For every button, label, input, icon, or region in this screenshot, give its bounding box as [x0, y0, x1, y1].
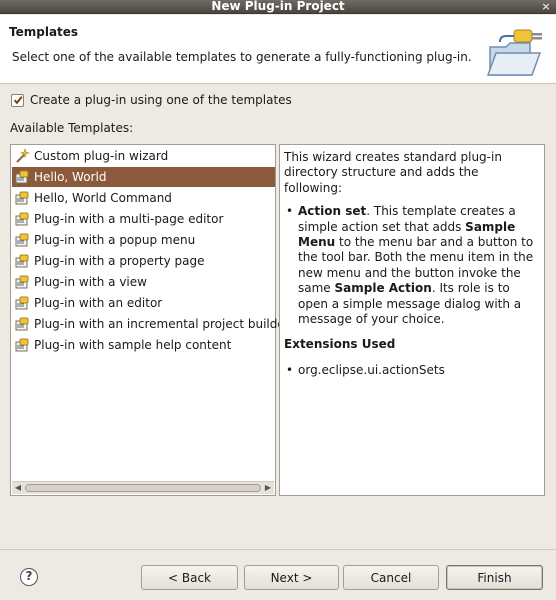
list-item[interactable]: Plug-in with a multi-page editor [12, 209, 275, 229]
template-icon [15, 338, 29, 352]
list-item[interactable]: Plug-in with an incremental project buil… [12, 314, 290, 334]
description-list: Action set. This template creates a simp… [284, 204, 540, 327]
template-icon [15, 191, 29, 205]
footer-separator [0, 549, 556, 550]
create-plugin-label: Create a plug-in using one of the templa… [30, 93, 292, 107]
create-plugin-checkbox[interactable] [11, 93, 24, 107]
template-icon [15, 170, 29, 184]
scroll-right-icon[interactable]: ▶ [262, 482, 274, 494]
help-icon[interactable]: ? [20, 568, 38, 586]
template-icon [15, 296, 29, 310]
templates-list[interactable]: Custom plug-in wizard Hello, World Hello… [10, 144, 290, 496]
plugin-folder-icon [486, 29, 542, 76]
create-plugin-option[interactable]: Create a plug-in using one of the templa… [11, 93, 292, 107]
back-button[interactable]: < Back [141, 565, 238, 590]
extensions-list: org.eclipse.ui.actionSets [284, 363, 540, 379]
checkmark-icon [13, 96, 23, 105]
list-item[interactable]: Plug-in with an editor [12, 293, 275, 313]
window-titlebar: New Plug-in Project × [0, 0, 556, 14]
scroll-left-icon[interactable]: ◀ [12, 482, 24, 494]
description-bullet: Action set. This template creates a simp… [284, 204, 540, 327]
list-item[interactable]: Plug-in with sample help content [12, 335, 275, 355]
template-icon [15, 254, 29, 268]
extensions-heading: Extensions Used [284, 337, 396, 352]
finish-button[interactable]: Finish [446, 565, 543, 590]
window-title: New Plug-in Project [211, 0, 345, 13]
list-item[interactable]: Plug-in with a property page [12, 251, 275, 271]
template-icon [15, 212, 29, 226]
page-title: Templates [9, 25, 79, 39]
horizontal-scrollbar[interactable]: ◀ ▶ [12, 481, 274, 494]
template-description-panel: This wizard creates standard plug-in dir… [279, 144, 545, 496]
template-icon [15, 317, 29, 331]
scrollbar-thumb[interactable] [25, 484, 261, 492]
close-icon[interactable]: × [540, 0, 552, 13]
wizard-wand-icon [16, 148, 30, 163]
description-intro: This wizard creates standard plug-in dir… [284, 150, 502, 195]
cancel-button[interactable]: Cancel [343, 565, 439, 590]
extension-item: org.eclipse.ui.actionSets [284, 363, 540, 379]
list-item[interactable]: Custom plug-in wizard [12, 146, 275, 166]
wizard-header: Templates Select one of the available te… [0, 15, 556, 84]
template-icon [15, 233, 29, 247]
list-item[interactable]: Hello, World Command [12, 188, 275, 208]
next-button[interactable]: Next > [244, 565, 339, 590]
list-item[interactable]: Hello, World [12, 167, 275, 187]
list-item[interactable]: Plug-in with a popup menu [12, 230, 275, 250]
available-templates-label: Available Templates: [10, 121, 134, 135]
list-item[interactable]: Plug-in with a view [12, 272, 275, 292]
template-icon [15, 275, 29, 289]
page-description: Select one of the available templates to… [12, 50, 472, 64]
